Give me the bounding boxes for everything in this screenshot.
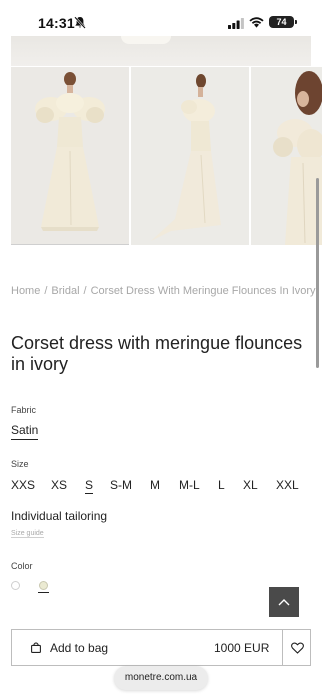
add-to-bag-label: Add to bag — [50, 641, 109, 655]
bell-slash-icon — [74, 16, 86, 29]
wifi-icon — [249, 17, 264, 28]
breadcrumb-separator: / — [83, 285, 87, 297]
product-title: Corset dress with meringue flounces in i… — [11, 333, 303, 374]
breadcrumb-current: Corset Dress With Meringue Flounces In I… — [90, 285, 316, 297]
wishlist-button[interactable] — [282, 630, 311, 665]
product-price: 1000 EUR — [214, 641, 270, 655]
dress-detail-image — [251, 67, 322, 245]
dress-side-image — [131, 67, 249, 245]
size-option-xxl[interactable]: XXL — [276, 478, 299, 492]
size-option-s-m[interactable]: S-M — [110, 478, 132, 492]
signal-icon — [228, 18, 244, 29]
product-photo-side[interactable] — [131, 67, 249, 245]
size-option-m[interactable]: M — [150, 478, 160, 492]
breadcrumb: Home / Bridal / Corset Dress With Meringue F… — [11, 285, 316, 297]
chevron-up-icon — [278, 599, 290, 606]
color-swatch-ivory[interactable] — [39, 581, 48, 590]
individual-tailoring-link[interactable]: Individual tailoring — [11, 509, 107, 523]
size-option-xs[interactable]: XS — [51, 478, 67, 492]
breadcrumb-bridal[interactable]: Bridal — [51, 285, 79, 297]
status-time: 14:31 — [38, 15, 75, 31]
selected-color-underline — [38, 592, 49, 593]
battery-indicator: 74 — [269, 16, 294, 28]
product-gallery[interactable] — [11, 67, 322, 245]
purchase-bar: Add to bag 1000 EUR — [11, 629, 311, 666]
size-option-l[interactable]: L — [218, 478, 225, 492]
size-option-m-l[interactable]: M-L — [179, 478, 200, 492]
battery-tip — [295, 20, 297, 24]
size-option-xxs[interactable]: XXS — [11, 478, 35, 492]
browser-url-bar[interactable]: monetre.com.ua — [114, 666, 208, 690]
product-photo-front[interactable] — [11, 67, 129, 245]
fabric-label: Fabric — [11, 405, 37, 415]
heart-icon — [290, 642, 304, 654]
size-guide-link[interactable]: Size guide — [11, 530, 44, 538]
breadcrumb-separator: / — [44, 285, 48, 297]
fabric-option-satin[interactable]: Satin — [11, 423, 39, 440]
product-photo-detail[interactable] — [251, 67, 322, 245]
size-option-s[interactable]: S — [85, 478, 94, 494]
color-label: Color — [11, 561, 33, 571]
size-option-xl[interactable]: XL — [243, 478, 258, 492]
size-label: Size — [11, 459, 29, 469]
page-scrollbar[interactable] — [316, 178, 319, 368]
add-to-bag-button[interactable]: Add to bag 1000 EUR — [12, 630, 282, 665]
color-swatch-white[interactable] — [11, 581, 20, 590]
dress-front-image — [11, 67, 129, 244]
shopping-bag-icon — [31, 642, 41, 653]
gallery-previous-image[interactable] — [11, 36, 311, 66]
breadcrumb-home[interactable]: Home — [11, 285, 40, 297]
scroll-to-top-button[interactable] — [269, 587, 299, 617]
